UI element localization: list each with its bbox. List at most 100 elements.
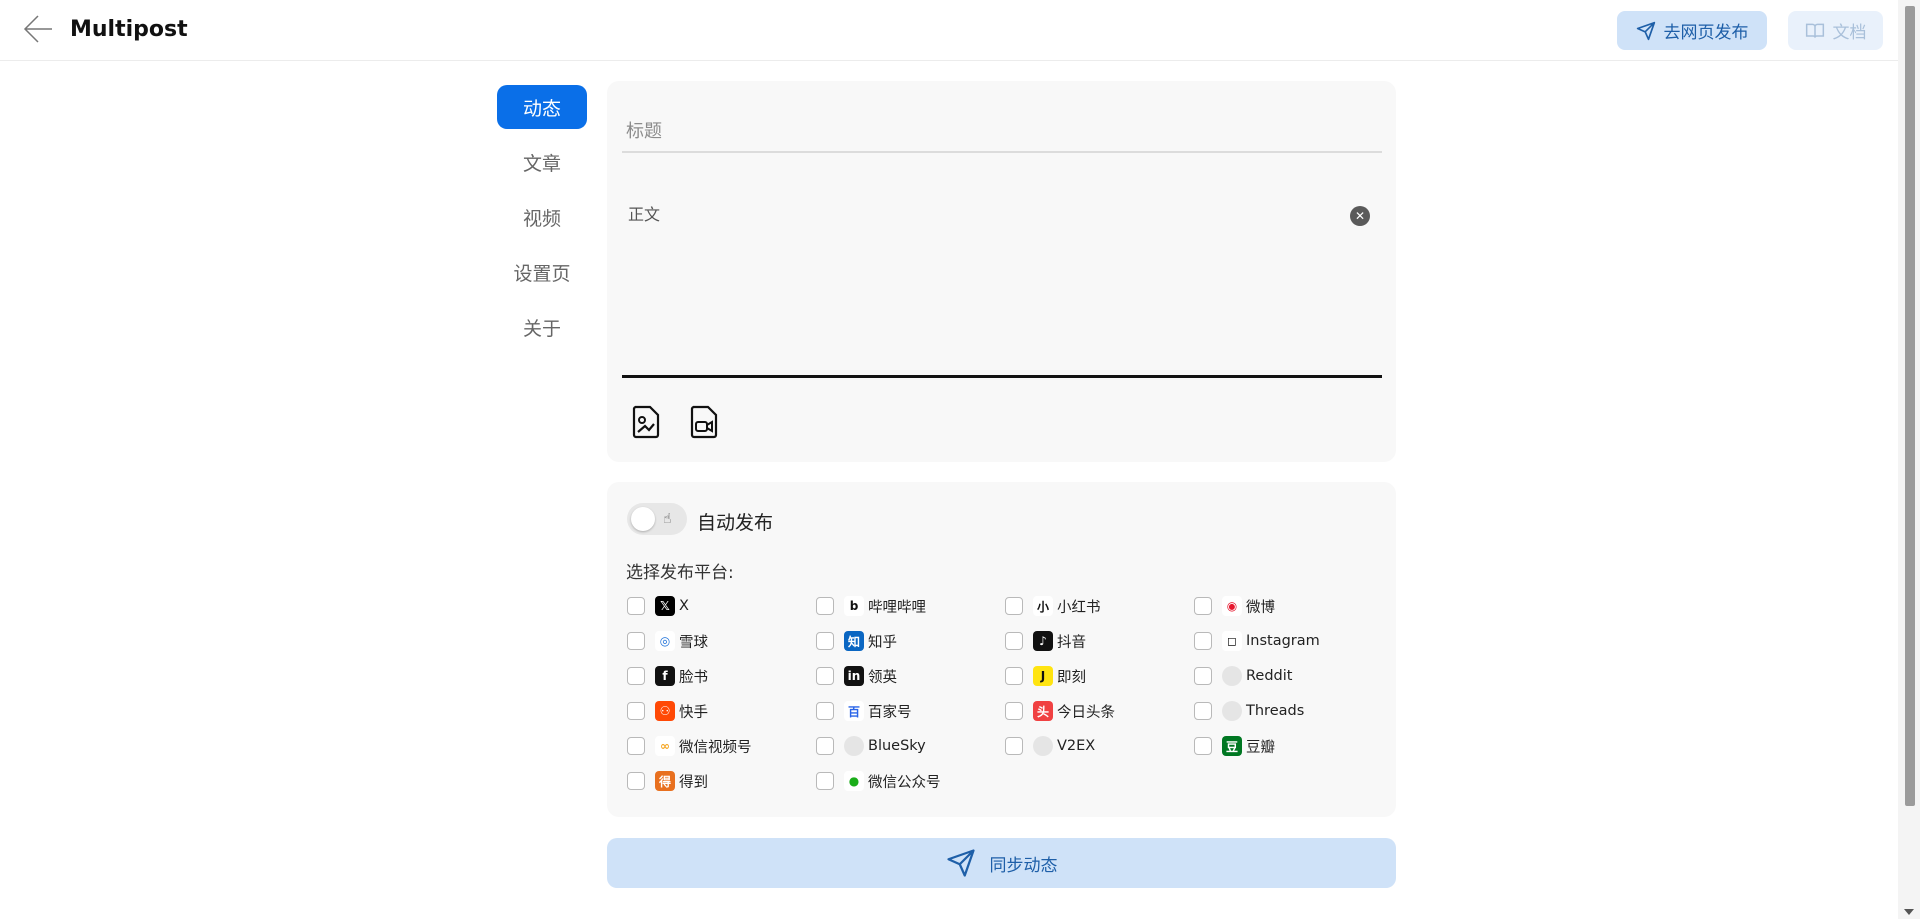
platform-checkbox[interactable] [1005,632,1023,650]
platform-option[interactable]: 小小红书 [1005,594,1101,618]
weibo-icon: ◉ [1222,596,1242,616]
platform-name: V2EX [1057,738,1096,754]
douyin-icon: ♪ [1033,631,1053,651]
platform-checkbox[interactable] [1194,702,1212,720]
platform-checkbox[interactable] [1005,702,1023,720]
body-textarea[interactable] [622,191,1382,378]
platform-selection-card: ☝ 自动发布 选择发布平台: 𝕏 Xb 哔哩哔哩小小红书 ◉ 微博 ◎ 雪球知知乎 ♪ 抖音 ◻ I… [607,482,1396,817]
docs-button[interactable]: 文档 [1788,11,1883,50]
docs-label: 文档 [1832,23,1867,43]
platform-checkbox[interactable] [816,702,834,720]
platform-option[interactable]: Reddit [1194,664,1292,688]
platform-checkbox[interactable] [816,667,834,685]
bilibili-icon: b [844,596,864,616]
zhihu-icon: 知 [844,631,864,651]
platform-option[interactable]: ◎ 雪球 [627,629,708,653]
platform-option[interactable]: ◉ 微博 [1194,594,1275,618]
book-icon [1805,23,1824,38]
wechat-channels-icon: ∞ [655,736,675,756]
platform-option[interactable]: ● 微信公众号 [816,769,941,793]
platform-name: 哔哩哔哩 [868,599,926,616]
web-publish-button[interactable]: 去网页发布 [1617,11,1767,50]
facebook-icon: f [655,666,675,686]
platform-checkbox[interactable] [816,597,834,615]
platform-name: 抖音 [1057,634,1086,651]
side-nav: 动态 文章 视频 设置页 关于 [497,85,587,360]
platform-option[interactable]: BlueSky [816,734,926,758]
back-arrow-icon[interactable] [22,12,56,46]
platform-option[interactable]: 得得到 [627,769,708,793]
sync-button[interactable]: 同步动态 [607,838,1396,888]
reddit-icon [1222,666,1242,686]
platform-name: 今日头条 [1057,704,1115,721]
platform-option[interactable]: 𝕏X [627,594,689,618]
platform-option[interactable]: ∞ 微信视频号 [627,734,752,758]
nav-item-video[interactable]: 视频 [497,195,587,239]
nav-item-settings[interactable]: 设置页 [497,250,587,294]
platform-name: 小红书 [1057,599,1101,616]
v2ex-icon [1033,736,1053,756]
video-upload-icon[interactable] [689,405,723,441]
platform-checkbox[interactable] [1194,667,1212,685]
title-input[interactable] [622,111,1382,153]
platform-option[interactable]: ⚇ 快手 [627,699,708,723]
hand-icon: ☝ [663,511,672,527]
platform-name: 微信视频号 [679,739,752,756]
platform-checkbox[interactable] [627,737,645,755]
send-icon [1636,21,1655,40]
platform-name: 雪球 [679,634,708,651]
scroll-down-arrow-icon[interactable] [1904,909,1914,915]
platform-checkbox[interactable] [627,702,645,720]
platform-checkbox[interactable] [1005,597,1023,615]
bluesky-icon [844,736,864,756]
xueqiu-icon: ◎ [655,631,675,651]
platform-name: 微博 [1246,599,1275,616]
platform-name: 领英 [868,669,897,686]
platform-option[interactable]: 豆豆瓣 [1194,734,1275,758]
platform-checkbox[interactable] [1005,667,1023,685]
platform-option[interactable]: V2EX [1005,734,1095,758]
platform-option[interactable]: Threads [1194,699,1304,723]
platform-checkbox[interactable] [1005,737,1023,755]
platform-option[interactable]: 头今日头条 [1005,699,1115,723]
send-icon [946,849,975,877]
platform-option[interactable]: f 脸书 [627,664,708,688]
auto-publish-toggle[interactable]: ☝ [627,503,687,535]
sync-button-label: 同步动态 [989,855,1058,876]
app-title: Multipost [70,17,188,42]
platform-option[interactable]: 知知乎 [816,629,897,653]
platform-option[interactable]: ◻ Instagram [1194,629,1320,653]
xiaohongshu-icon: 小 [1033,596,1053,616]
platform-checkbox[interactable] [627,667,645,685]
platform-checkbox[interactable] [816,772,834,790]
platform-option[interactable]: J 即刻 [1005,664,1086,688]
platform-checkbox[interactable] [816,632,834,650]
platform-option[interactable]: in 领英 [816,664,897,688]
platform-checkbox[interactable] [627,597,645,615]
vertical-scrollbar[interactable] [1898,0,1920,919]
clear-icon[interactable]: ✕ [1350,206,1370,226]
platform-name: 得到 [679,774,708,791]
app-header: Multipost 去网页发布 文档 [0,0,1898,61]
platform-option[interactable]: b 哔哩哔哩 [816,594,926,618]
kuaishou-icon: ⚇ [655,701,675,721]
image-upload-icon[interactable] [631,405,665,441]
platform-name: BlueSky [868,738,926,754]
platform-checkbox[interactable] [1194,632,1212,650]
nav-item-article[interactable]: 文章 [497,140,587,184]
platform-checkbox[interactable] [1194,597,1212,615]
instagram-icon: ◻ [1222,631,1242,651]
choose-platform-label: 选择发布平台: [626,563,734,583]
wechat-official-icon: ● [844,771,864,791]
toutiao-icon: 头 [1033,701,1053,721]
scrollbar-thumb[interactable] [1905,6,1915,806]
platform-checkbox[interactable] [627,772,645,790]
platform-checkbox[interactable] [1194,737,1212,755]
nav-item-about[interactable]: 关于 [497,305,587,349]
nav-item-dynamic[interactable]: 动态 [497,85,587,129]
platform-option[interactable]: ♪ 抖音 [1005,629,1086,653]
platform-name: 即刻 [1057,669,1086,686]
platform-checkbox[interactable] [627,632,645,650]
platform-option[interactable]: 百百家号 [816,699,912,723]
platform-checkbox[interactable] [816,737,834,755]
